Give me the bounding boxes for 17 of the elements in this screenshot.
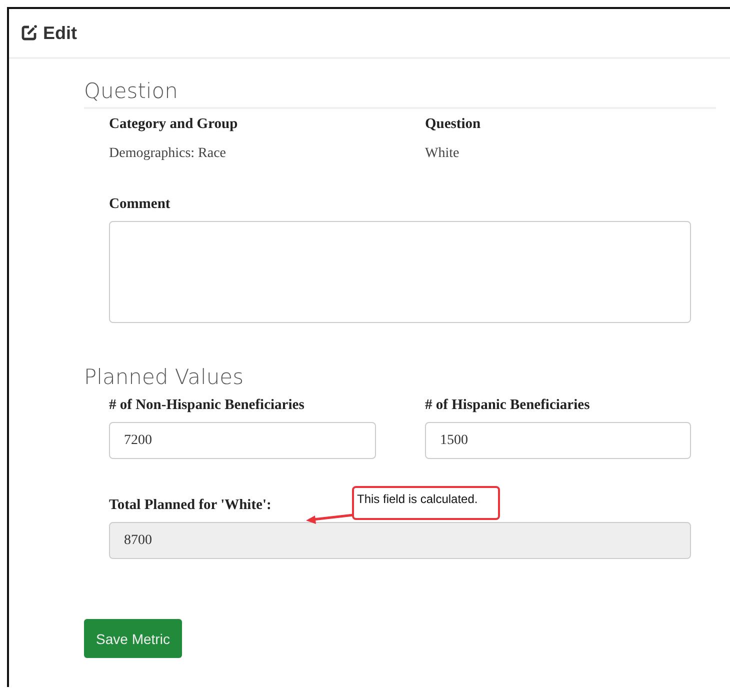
field-label: Comment bbox=[109, 196, 170, 213]
field-label: Category and Group bbox=[109, 116, 238, 133]
page-title: Edit bbox=[43, 22, 77, 44]
save-button[interactable]: Save Metric bbox=[84, 619, 182, 658]
field-label: Question bbox=[425, 116, 481, 133]
field-label: # of Hispanic Beneficiaries bbox=[425, 397, 590, 414]
field-value: Demographics: Race bbox=[109, 146, 226, 162]
field-label: Total Planned for 'White': bbox=[109, 497, 272, 514]
field-value: White bbox=[425, 146, 460, 162]
section-heading: Planned Values bbox=[84, 365, 244, 389]
callout-note: This field is calculated. bbox=[352, 486, 500, 520]
number-field[interactable]: 7200 bbox=[109, 422, 376, 459]
comment-field[interactable] bbox=[109, 221, 691, 323]
number-field[interactable]: 1500 bbox=[425, 422, 691, 459]
edit-icon bbox=[20, 24, 38, 42]
field-label: # of Non-Hispanic Beneficiaries bbox=[109, 397, 304, 414]
section-heading: Question bbox=[84, 79, 178, 103]
